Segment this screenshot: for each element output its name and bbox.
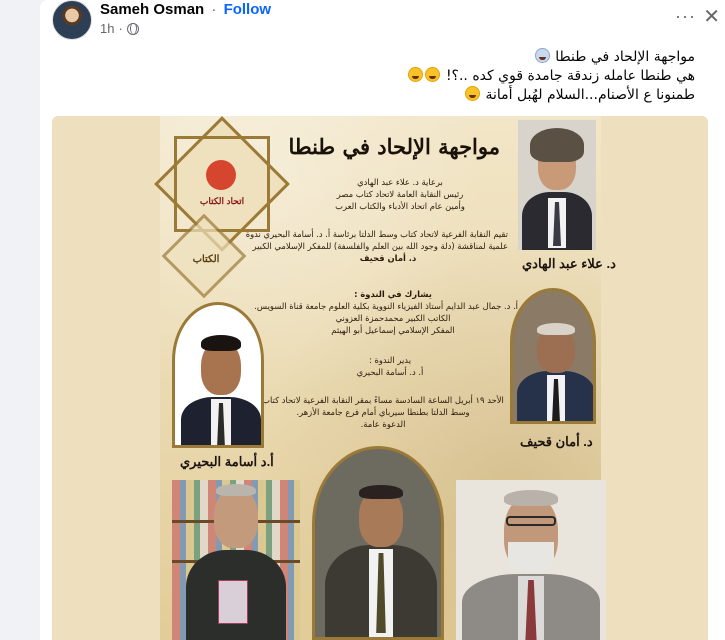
laughing-face-icon (408, 67, 424, 82)
logo-sub: الكتاب (192, 254, 220, 265)
follow-button[interactable]: Follow (224, 1, 272, 18)
organizer-text: تقيم النقابة الفرعية لاتحاد كتاب وسط الد… (245, 229, 508, 263)
logo-label: اتحاد الكتاب (199, 196, 245, 206)
separator-dot: · (118, 21, 123, 36)
post-text-line: طمنونا ع الأصنام...السلام لهُبل أمانة (75, 86, 695, 105)
author-row: Sameh Osman · Follow (100, 1, 271, 18)
portrait-alaa (518, 120, 596, 250)
post-card: Sameh Osman · Follow 1h · ··· ✕ مواجهة ا… (40, 0, 725, 640)
laughing-face-icon (464, 86, 480, 101)
portrait-osama (172, 302, 264, 448)
portrait-participant-left (172, 480, 300, 640)
post-image[interactable]: اتحاد الكتاب الكتاب مواجهة الإلحاد في طن… (52, 116, 708, 640)
close-icon[interactable]: ✕ (703, 4, 720, 29)
author-name[interactable]: Sameh Osman (100, 1, 204, 18)
portrait-participant-right (456, 480, 606, 640)
post-header: Sameh Osman · Follow 1h · ··· ✕ (52, 0, 720, 42)
post-text-line: مواجهة الإلحاد في طنطا (75, 48, 695, 67)
patronage-text: برعاية د. علاء عبد الهادي رئيس النقابة ا… (335, 177, 465, 211)
author-avatar[interactable] (52, 0, 92, 40)
more-options-icon[interactable]: ··· (675, 6, 696, 27)
schedule-text: الأحد ١٩ أبريل الساعة السادسة مساءً بمقر… (262, 395, 504, 429)
laughing-face-icon (425, 67, 441, 82)
post-text-line: هي طنطا عامله زندقة جامدة قوي كده ..؟! (75, 67, 695, 86)
globe-icon (126, 22, 139, 35)
moderator-text: يدير الندوة : أ. د. أسامة البحيري (356, 355, 424, 377)
separator-dot: · (211, 1, 217, 18)
caption-osama: أ.د أسامة البحيري (180, 454, 274, 469)
portrait-aman (510, 288, 596, 424)
screaming-face-icon (534, 48, 550, 63)
participants-text: يشارك في الندوة : أ. د. جمال عبد الدايم … (254, 289, 518, 335)
caption-aman: د. أمان قحيف (520, 434, 593, 449)
post-meta: 1h · (100, 21, 139, 36)
logo-icon (206, 160, 236, 190)
post-time[interactable]: 1h (100, 21, 114, 36)
portrait-participant-center (312, 446, 444, 640)
caption-alaa: د. علاء عبد الهادي (522, 256, 616, 271)
poster-title: مواجهة الإلحاد في طنطا (288, 134, 500, 159)
post-text: مواجهة الإلحاد في طنطا هي طنطا عامله زند… (75, 48, 695, 105)
